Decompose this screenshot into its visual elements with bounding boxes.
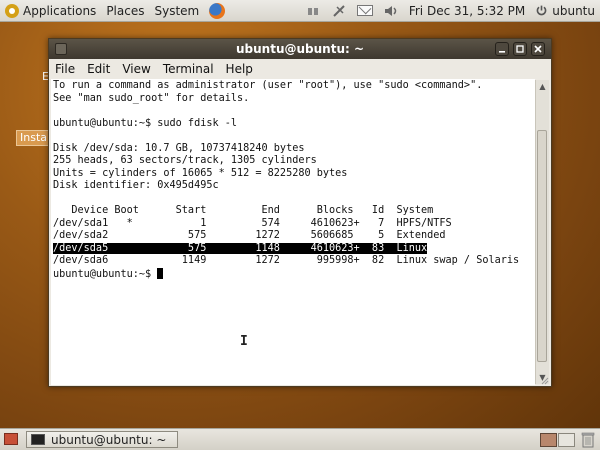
resize-grip-icon[interactable] [539,375,549,385]
power-indicator[interactable] [326,0,352,22]
prompt-line: ubuntu@ubuntu:~$ [53,267,535,281]
top-panel: Applications Places System Fri Dec 31, 5… [0,0,600,22]
user-name: ubuntu [552,3,595,18]
power-icon [536,5,547,16]
vertical-scrollbar[interactable]: ▲ ▼ [535,80,549,384]
ubuntu-logo-icon [5,3,19,18]
terminal-line: ubuntu@ubuntu:~$ sudo fdisk -l [53,117,238,129]
terminal-line: Disk /dev/sda: 10.7 GB, 10737418240 byte… [53,142,305,154]
window-title: ubuntu@ubuntu: ~ [235,42,365,56]
firefox-launcher[interactable] [204,0,230,22]
partition-row: /dev/sda2 575 1272 5606685 5 Extended [53,230,446,241]
maximize-icon [516,45,524,53]
terminal-line: To run a command as administrator (user … [53,80,483,91]
terminal-window: ubuntu@ubuntu: ~ File Edit View Terminal… [48,38,552,387]
volume-indicator[interactable] [378,0,404,22]
firefox-icon [209,2,226,19]
menu-edit[interactable]: Edit [81,62,116,76]
scrollbar-thumb[interactable] [537,130,547,362]
terminal-line: Disk identifier: 0x495d495c [53,180,219,191]
minimize-button[interactable] [495,42,509,56]
workspace-1[interactable] [540,433,557,447]
taskbar-terminal-button[interactable]: ubuntu@ubuntu: ~ [26,431,178,448]
applications-menu-label: Applications [23,3,97,18]
applications-menu[interactable]: Applications [0,0,101,22]
network-icon [307,7,318,15]
taskbar-terminal-label: ubuntu@ubuntu: ~ [51,432,167,447]
mouse-ibeam-cursor-icon: I [240,334,248,349]
close-icon [534,45,542,53]
menu-file[interactable]: File [49,62,81,76]
user-menu[interactable]: ubuntu [530,0,600,22]
terminal-line: Units = cylinders of 16065 * 512 = 82252… [53,167,348,179]
partition-row: /dev/sda6 1149 1272 995998+ 82 Linux swa… [53,255,520,266]
scroll-up-icon[interactable]: ▲ [536,80,549,93]
mail-icon [356,5,373,16]
clock[interactable]: Fri Dec 31, 5:32 PM [404,0,530,22]
terminal-output[interactable]: To run a command as administrator (user … [51,79,535,385]
partition-table-header: Device Boot Start End Blocks Id System [53,205,434,216]
window-menubar: File Edit View Terminal Help [49,59,551,79]
shell-prompt: ubuntu@ubuntu:~$ [53,268,158,280]
menu-terminal[interactable]: Terminal [157,62,220,76]
partition-row: /dev/sda1 * 1 574 4610623+ 7 HPFS/NTFS [53,217,452,229]
terminal-line: 255 heads, 63 sectors/track, 1305 cylind… [53,155,317,166]
power-plug-icon [333,4,345,17]
volume-icon [384,5,397,16]
partition-row-selected: /dev/sda5 575 1148 4610623+ 83 Linux [53,242,535,256]
close-button[interactable] [531,42,545,56]
window-titlebar[interactable]: ubuntu@ubuntu: ~ [49,39,551,59]
text-cursor [157,267,164,279]
show-desktop-icon[interactable] [4,433,18,445]
menu-help[interactable]: Help [220,62,259,76]
system-menu[interactable]: System [149,0,204,22]
terminal-icon [31,434,45,445]
maximize-button[interactable] [513,42,527,56]
selection-highlight: /dev/sda5 575 1148 4610623+ 83 Linux [53,242,428,254]
menu-view[interactable]: View [116,62,156,76]
terminal-line: See "man sudo_root" for details. [53,92,250,104]
network-indicator[interactable] [300,0,326,22]
minimize-icon [499,51,505,53]
places-menu[interactable]: Places [101,0,149,22]
bottom-panel: ubuntu@ubuntu: ~ [0,428,600,450]
mail-indicator[interactable] [352,0,378,22]
trash-icon[interactable] [581,431,595,448]
workspace-2[interactable] [558,433,575,447]
